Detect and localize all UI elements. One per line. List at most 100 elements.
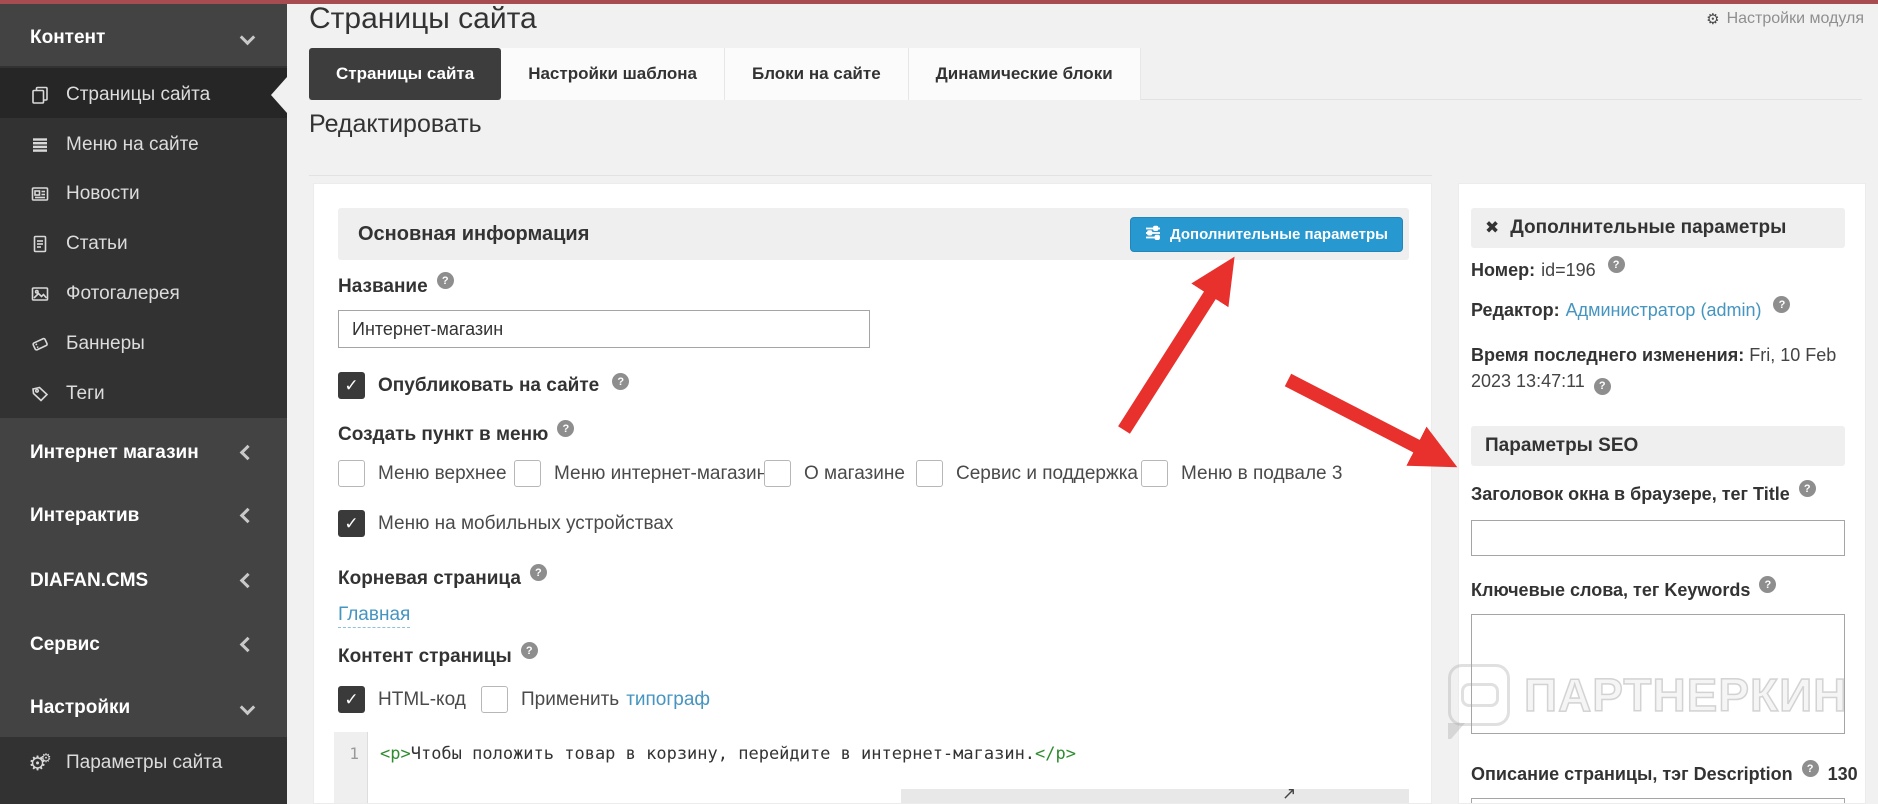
pages-icon [30,85,50,105]
chevron-left-icon [239,572,256,589]
menu-option-checkbox[interactable] [1141,460,1168,487]
tab-template-settings[interactable]: Настройки шаблона [501,48,725,100]
tag-icon [30,384,50,404]
page-title: Страницы сайта [309,2,537,35]
sidebar-item-news[interactable]: Новости [0,180,287,208]
sidebar-section-service[interactable]: Сервис [0,631,287,659]
typograf-link[interactable]: типограф [626,689,710,711]
typograf-checkbox-group: Применить типограф [481,686,710,713]
tab-site-blocks[interactable]: Блоки на сайте [725,48,909,100]
publish-checkbox[interactable]: ✓ [338,372,365,399]
menu-option-label[interactable]: Меню интернет-магазин [554,463,767,485]
editor-user-link[interactable]: Администратор (admin) [1566,300,1762,321]
mobile-menu-checkbox[interactable]: ✓ [338,510,365,537]
keywords-field-label: Ключевые слова, тег Keywords ? [1471,576,1777,601]
help-icon[interactable]: ? [436,272,454,289]
html-checkbox[interactable]: ✓ [338,686,365,713]
sidebar-item-label: Меню на сайте [66,134,199,155]
gallery-icon [30,284,50,304]
menu-option: Меню верхнее [338,460,507,487]
menu-option-label[interactable]: Меню верхнее [378,463,507,485]
help-icon[interactable]: ? [1798,480,1816,497]
check-icon: ✓ [344,513,359,534]
menu-option-label[interactable]: О магазине [804,463,905,485]
tab-dynamic-blocks[interactable]: Динамические блоки [908,48,1141,100]
sidebar-item-site-pages[interactable]: Страницы сайта [0,81,287,109]
typograf-label[interactable]: Применить [521,689,619,711]
chevron-down-icon [239,699,256,716]
article-icon [30,234,50,254]
description-field-label: Описание страницы, тэг Description ? 130 [1471,760,1858,785]
gear-icon: ⚙ [1706,9,1720,28]
sidebar-item-banners[interactable]: Баннеры [0,330,287,358]
sidebar-section-shop[interactable]: Интернет магазин [0,439,287,467]
menu-option-checkbox[interactable] [514,460,541,487]
sidebar-group-content-label: Контент [30,27,106,48]
editor-row: Редактор: Администратор (admin) ? [1471,296,1791,321]
expand-icon[interactable]: ↗ [1282,784,1296,803]
chevron-left-icon [239,636,256,653]
tab-site-pages[interactable]: Страницы сайта [309,48,502,100]
title-input[interactable] [1471,520,1845,556]
help-icon[interactable]: ? [520,642,538,659]
sidebar-item-tags[interactable]: Теги [0,380,287,408]
help-icon[interactable]: ? [1759,576,1777,593]
sidebar-item-site-menu[interactable]: Меню на сайте [0,131,287,159]
sidebar-section-label: Интернет магазин [30,442,199,463]
menu-option-checkbox[interactable] [764,460,791,487]
code-open-tag: <p> [380,744,411,764]
top-accent-strip [0,0,1878,4]
html-checkbox-group: ✓ HTML-код [338,686,466,713]
publish-checkbox-row: ✓ Опубликовать на сайте ? [338,372,630,399]
html-checkbox-label[interactable]: HTML-код [378,689,466,711]
sidebar-section-diafan[interactable]: DIAFAN.CMS [0,567,287,595]
menu-option-checkbox[interactable] [916,460,943,487]
main-form-panel: Основная информация Дополнительные парам… [313,183,1432,804]
help-icon[interactable]: ? [1593,377,1611,395]
seo-section-title: Параметры SEO [1485,435,1639,456]
sidebar-section-settings[interactable]: Настройки [0,694,287,722]
help-icon[interactable]: ? [1773,296,1791,313]
menu-option-label[interactable]: Сервис и поддержка [956,463,1138,485]
sidebar-group-content[interactable]: Контент [0,24,287,52]
help-icon[interactable]: ? [557,420,575,437]
sidebar-item-articles[interactable]: Статьи [0,230,287,258]
sidebar-section-interactive[interactable]: Интерактив [0,502,287,530]
module-settings-button[interactable]: ⚙ Настройки модуля [1706,10,1864,28]
subtitle-divider [309,175,1432,176]
keywords-textarea[interactable] [1471,614,1845,734]
seo-section-header: Параметры SEO [1471,426,1845,466]
description-input[interactable] [1471,798,1845,803]
active-item-notch [271,77,287,113]
sidebar-item-label: Параметры сайта [66,752,223,773]
advanced-parameters-button[interactable]: Дополнительные параметры [1130,217,1403,252]
mobile-menu-label[interactable]: Меню на мобильных устройствах [378,513,673,535]
root-page-link[interactable]: Главная [338,604,411,628]
code-line: <p>Чтобы положить товар в корзину, перей… [380,744,1076,764]
help-icon[interactable]: ? [529,564,547,581]
sliders-icon [1145,225,1161,245]
banner-icon [30,334,50,354]
modified-label: Время последнего изменения: [1471,345,1745,365]
menu-group-label: Создать пункт в меню ? [338,420,575,446]
sidebar-item-label: Новости [66,183,140,204]
advanced-panel-title: Дополнительные параметры [1510,217,1787,238]
menu-option-label[interactable]: Меню в подвале 3 [1181,463,1342,485]
html-row: ✓ HTML-код Применить типограф [338,686,1138,714]
sidebar-section-label: Сервис [30,634,100,655]
publish-label[interactable]: Опубликовать на сайте [378,375,599,397]
code-close-tag: </p> [1035,744,1076,764]
help-icon[interactable]: ? [1801,760,1819,777]
typograf-checkbox[interactable] [481,686,508,713]
check-icon: ✓ [344,375,359,396]
menu-option-checkbox[interactable] [338,460,365,487]
close-icon[interactable]: ✖ [1485,218,1499,238]
sidebar-item-photo-gallery[interactable]: Фотогалерея [0,280,287,308]
chevron-left-icon [239,444,256,461]
help-icon[interactable]: ? [612,373,630,390]
menu-option: О магазине [764,460,905,487]
help-icon[interactable]: ? [1607,256,1625,273]
sidebar-item-site-parameters[interactable]: ⚙ ⚙ Параметры сайта [0,749,287,777]
name-input[interactable] [338,310,870,348]
editor-resize-bar[interactable] [901,789,1409,803]
